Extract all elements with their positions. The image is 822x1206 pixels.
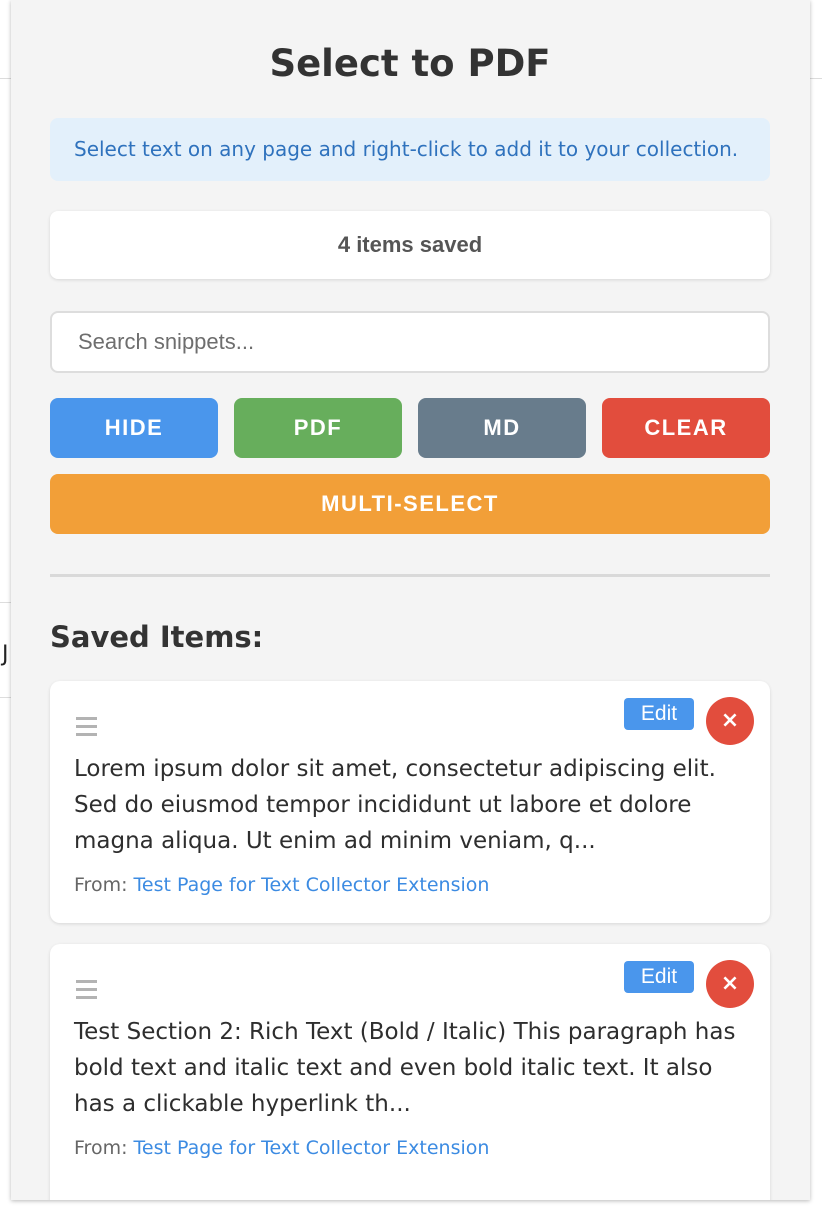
- search-input[interactable]: [50, 311, 770, 373]
- info-banner: Select text on any page and right-click …: [50, 118, 770, 181]
- hide-button[interactable]: HIDE: [50, 398, 218, 458]
- saved-item-source: From: Test Page for Text Collector Exten…: [74, 874, 489, 896]
- drag-handle-icon[interactable]: [76, 980, 98, 1002]
- multi-select-button[interactable]: MULTI-SELECT: [50, 474, 770, 534]
- md-button[interactable]: MD: [418, 398, 586, 458]
- clear-button[interactable]: CLEAR: [602, 398, 770, 458]
- saved-items-heading: Saved Items:: [50, 620, 264, 654]
- background-page-text: J: [2, 642, 9, 667]
- delete-item-button[interactable]: ×: [706, 960, 754, 1008]
- delete-item-button[interactable]: ×: [706, 697, 754, 745]
- saved-item-card: Edit × Lorem ipsum dolor sit amet, conse…: [50, 681, 770, 923]
- source-prefix: From:: [74, 1137, 134, 1159]
- saved-item-card: Edit × Test Section 2: Rich Text (Bold /…: [50, 944, 770, 1200]
- section-divider: [50, 574, 770, 577]
- source-link[interactable]: Test Page for Text Collector Extension: [134, 1137, 490, 1159]
- extension-popup: Select to PDF Select text on any page an…: [11, 0, 810, 1200]
- saved-item-text: Test Section 2: Rich Text (Bold / Italic…: [74, 1019, 736, 1117]
- edit-button[interactable]: Edit: [624, 698, 694, 730]
- source-prefix: From:: [74, 874, 134, 896]
- popup-title: Select to PDF: [269, 42, 551, 85]
- pdf-button[interactable]: PDF: [234, 398, 402, 458]
- saved-item-source: From: Test Page for Text Collector Exten…: [74, 1137, 489, 1159]
- drag-handle-icon[interactable]: [76, 717, 98, 739]
- saved-count-badge: 4 items saved: [50, 211, 770, 279]
- source-link[interactable]: Test Page for Text Collector Extension: [134, 874, 490, 896]
- close-icon: ×: [720, 971, 740, 996]
- close-icon: ×: [720, 708, 740, 733]
- edit-button[interactable]: Edit: [624, 961, 694, 993]
- saved-item-text: Lorem ipsum dolor sit amet, consectetur …: [74, 756, 716, 854]
- action-buttons: HIDE PDF MD CLEAR: [50, 398, 770, 458]
